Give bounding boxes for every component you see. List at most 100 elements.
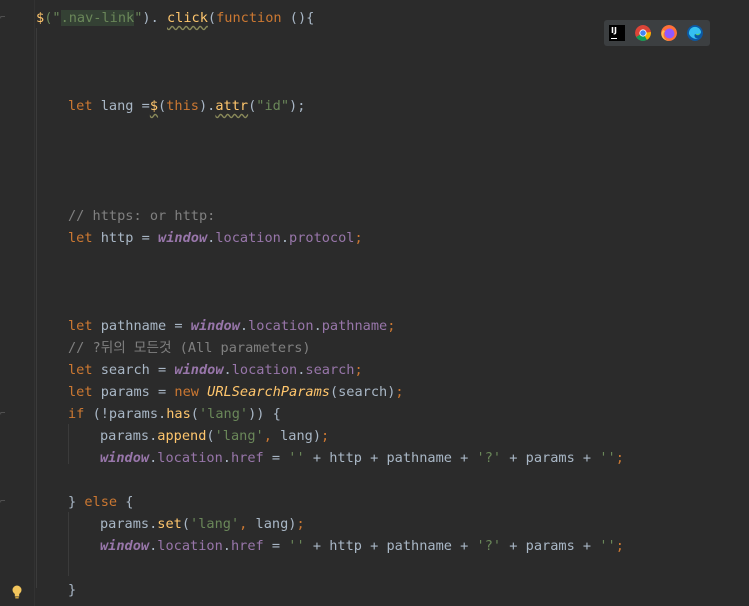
- code-token: {: [125, 494, 134, 510]
- code-line[interactable]: window.location.href = '' + http + pathn…: [100, 447, 624, 469]
- code-token: params.: [100, 428, 158, 444]
- code-token: href: [230, 450, 264, 466]
- code-token: }: [68, 582, 77, 598]
- code-token: window: [190, 318, 240, 334]
- code-token: let: [68, 362, 101, 378]
- intellij-icon[interactable]: IJ: [609, 25, 625, 41]
- code-token: (: [190, 406, 199, 422]
- code-line[interactable]: let lang =$(this).attr("id");: [68, 95, 305, 117]
- code-token: (search): [329, 384, 396, 400]
- code-token: ,: [263, 428, 281, 444]
- code-token: );: [289, 98, 306, 114]
- code-token: ;: [387, 318, 396, 334]
- code-line[interactable]: $(".nav-link"). click(function (){: [36, 7, 314, 29]
- code-token: location: [231, 362, 298, 378]
- code-token: ;: [354, 362, 363, 378]
- code-line[interactable]: params.append('lang', lang);: [100, 425, 329, 447]
- code-token: $: [149, 98, 159, 114]
- code-token: 'lang': [198, 406, 249, 422]
- code-token: function: [216, 10, 282, 26]
- code-line[interactable]: if (!params.has('lang')) {: [68, 403, 281, 425]
- code-token: ).: [198, 98, 216, 114]
- browser-preview-bar: IJ: [604, 20, 710, 46]
- code-token: else: [84, 494, 126, 510]
- code-token: lang =: [100, 98, 150, 114]
- fold-marker[interactable]: ⌐: [0, 497, 6, 507]
- indent-guide: [36, 28, 37, 588]
- code-token: ;: [296, 516, 305, 532]
- code-token: + http + pathname +: [304, 450, 477, 466]
- code-token: .: [222, 450, 231, 466]
- code-token: search =: [100, 362, 175, 378]
- code-token: window: [100, 538, 150, 554]
- code-token: append: [157, 428, 207, 444]
- code-line[interactable]: // ?뒤의 모든것 (All parameters): [68, 337, 311, 359]
- code-token: ;: [321, 428, 330, 444]
- code-token: URLSearchParams: [207, 384, 330, 400]
- code-token: ).: [142, 10, 167, 26]
- code-token: has: [166, 406, 191, 422]
- code-token: protocol: [289, 230, 355, 246]
- lightbulb-icon[interactable]: [11, 585, 23, 599]
- code-token: '?': [476, 538, 502, 554]
- code-token: )) {: [248, 406, 281, 422]
- code-token: ;: [615, 450, 624, 466]
- code-token: + params +: [501, 450, 600, 466]
- code-token: // ?뒤의 모든것 (All parameters): [68, 340, 311, 356]
- code-token: let: [68, 98, 101, 114]
- code-token: =: [263, 450, 289, 466]
- code-line[interactable]: // https: or http:: [68, 205, 215, 227]
- editor-gutter: ⌐ ⌐ ⌐: [0, 0, 35, 606]
- code-token: http =: [100, 230, 159, 246]
- code-token: '': [599, 450, 616, 466]
- code-token: if: [68, 406, 93, 422]
- code-token: (){: [281, 10, 315, 26]
- code-token: click: [166, 10, 208, 26]
- code-token: 'lang': [214, 428, 264, 444]
- code-token: .nav-link: [60, 10, 135, 26]
- code-token: new: [174, 384, 208, 400]
- code-line[interactable]: params.set('lang', lang);: [100, 513, 305, 535]
- code-token: + params +: [501, 538, 600, 554]
- code-token: href: [230, 538, 264, 554]
- code-token: params.: [100, 516, 158, 532]
- code-token: ;: [354, 230, 363, 246]
- code-token: }: [68, 494, 85, 510]
- code-token: this: [166, 98, 199, 114]
- code-token: let: [68, 230, 101, 246]
- code-line[interactable]: let pathname = window.location.pathname;: [68, 315, 395, 337]
- code-line[interactable]: } else {: [68, 491, 133, 513]
- code-token: window: [100, 450, 150, 466]
- code-token: $: [36, 10, 45, 26]
- fold-marker[interactable]: ⌐: [0, 409, 6, 419]
- code-editor[interactable]: $(".nav-link"). click(function (){ let l…: [36, 0, 749, 606]
- code-line[interactable]: let search = window.location.search;: [68, 359, 363, 381]
- code-token: (: [181, 516, 191, 532]
- edge-icon[interactable]: [687, 25, 703, 41]
- chrome-icon[interactable]: [635, 25, 651, 41]
- code-token: pathname =: [100, 318, 191, 334]
- code-token: ,: [239, 516, 256, 532]
- code-token: location: [215, 230, 281, 246]
- code-token: .: [222, 538, 231, 554]
- code-token: '': [599, 538, 616, 554]
- code-token: window: [174, 362, 224, 378]
- code-token: "id": [256, 98, 290, 114]
- code-token: attr: [215, 98, 249, 114]
- code-token: window: [158, 230, 208, 246]
- fold-marker[interactable]: ⌐: [0, 13, 6, 23]
- code-token: + http + pathname +: [304, 538, 477, 554]
- code-token: =: [263, 538, 289, 554]
- code-token: .: [280, 230, 290, 246]
- firefox-icon[interactable]: [661, 25, 677, 41]
- code-token: lang): [280, 428, 321, 444]
- code-line[interactable]: window.location.href = '' + http + pathn…: [100, 535, 624, 557]
- code-token: search: [305, 362, 355, 378]
- code-token: (: [206, 428, 215, 444]
- code-token: (: [207, 10, 217, 26]
- code-line[interactable]: }: [68, 579, 76, 601]
- code-token: ;: [615, 538, 624, 554]
- code-token: let: [68, 318, 101, 334]
- code-line[interactable]: let params = new URLSearchParams(search)…: [68, 381, 404, 403]
- code-line[interactable]: let http = window.location.protocol;: [68, 227, 363, 249]
